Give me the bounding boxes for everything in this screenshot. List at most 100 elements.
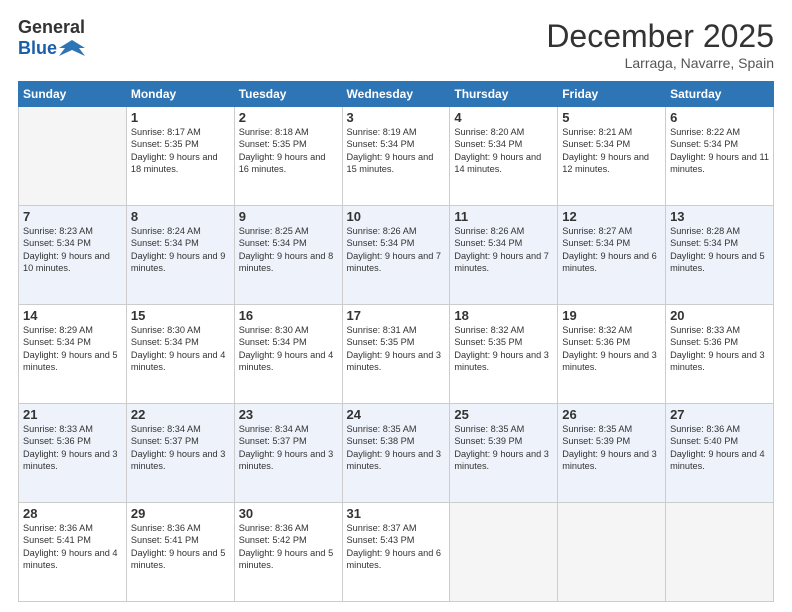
- table-row: 30Sunrise: 8:36 AMSunset: 5:42 PMDayligh…: [234, 503, 342, 602]
- table-row: 19Sunrise: 8:32 AMSunset: 5:36 PMDayligh…: [558, 305, 666, 404]
- table-row: 1Sunrise: 8:17 AMSunset: 5:35 PMDaylight…: [126, 107, 234, 206]
- calendar-week-row: 21Sunrise: 8:33 AMSunset: 5:36 PMDayligh…: [19, 404, 774, 503]
- table-row: 10Sunrise: 8:26 AMSunset: 5:34 PMDayligh…: [342, 206, 450, 305]
- table-row: 27Sunrise: 8:36 AMSunset: 5:40 PMDayligh…: [666, 404, 774, 503]
- day-number: 22: [131, 407, 230, 422]
- day-number: 30: [239, 506, 338, 521]
- day-number: 16: [239, 308, 338, 323]
- table-row: 5Sunrise: 8:21 AMSunset: 5:34 PMDaylight…: [558, 107, 666, 206]
- day-number: 13: [670, 209, 769, 224]
- day-number: 7: [23, 209, 122, 224]
- cell-info: Sunrise: 8:30 AMSunset: 5:34 PMDaylight:…: [131, 324, 230, 374]
- table-row: 23Sunrise: 8:34 AMSunset: 5:37 PMDayligh…: [234, 404, 342, 503]
- table-row: 13Sunrise: 8:28 AMSunset: 5:34 PMDayligh…: [666, 206, 774, 305]
- cell-info: Sunrise: 8:26 AMSunset: 5:34 PMDaylight:…: [454, 225, 553, 275]
- table-row: 6Sunrise: 8:22 AMSunset: 5:34 PMDaylight…: [666, 107, 774, 206]
- calendar-week-row: 7Sunrise: 8:23 AMSunset: 5:34 PMDaylight…: [19, 206, 774, 305]
- cell-info: Sunrise: 8:34 AMSunset: 5:37 PMDaylight:…: [239, 423, 338, 473]
- cell-info: Sunrise: 8:25 AMSunset: 5:34 PMDaylight:…: [239, 225, 338, 275]
- day-number: 2: [239, 110, 338, 125]
- table-row: 25Sunrise: 8:35 AMSunset: 5:39 PMDayligh…: [450, 404, 558, 503]
- table-row: 24Sunrise: 8:35 AMSunset: 5:38 PMDayligh…: [342, 404, 450, 503]
- cell-info: Sunrise: 8:29 AMSunset: 5:34 PMDaylight:…: [23, 324, 122, 374]
- day-number: 4: [454, 110, 553, 125]
- day-number: 6: [670, 110, 769, 125]
- table-row: 31Sunrise: 8:37 AMSunset: 5:43 PMDayligh…: [342, 503, 450, 602]
- day-number: 8: [131, 209, 230, 224]
- col-sunday: Sunday: [19, 82, 127, 107]
- cell-info: Sunrise: 8:27 AMSunset: 5:34 PMDaylight:…: [562, 225, 661, 275]
- calendar-week-row: 14Sunrise: 8:29 AMSunset: 5:34 PMDayligh…: [19, 305, 774, 404]
- table-row: [450, 503, 558, 602]
- day-number: 18: [454, 308, 553, 323]
- day-number: 15: [131, 308, 230, 323]
- table-row: 7Sunrise: 8:23 AMSunset: 5:34 PMDaylight…: [19, 206, 127, 305]
- logo: General Blue: [18, 18, 85, 60]
- day-number: 24: [347, 407, 446, 422]
- logo-general: General: [18, 18, 85, 38]
- logo-bird-icon: [59, 38, 85, 60]
- cell-info: Sunrise: 8:17 AMSunset: 5:35 PMDaylight:…: [131, 126, 230, 176]
- table-row: [666, 503, 774, 602]
- col-tuesday: Tuesday: [234, 82, 342, 107]
- day-number: 10: [347, 209, 446, 224]
- calendar-table: Sunday Monday Tuesday Wednesday Thursday…: [18, 81, 774, 602]
- calendar-week-row: 1Sunrise: 8:17 AMSunset: 5:35 PMDaylight…: [19, 107, 774, 206]
- day-number: 11: [454, 209, 553, 224]
- cell-info: Sunrise: 8:24 AMSunset: 5:34 PMDaylight:…: [131, 225, 230, 275]
- calendar-header-row: Sunday Monday Tuesday Wednesday Thursday…: [19, 82, 774, 107]
- table-row: 26Sunrise: 8:35 AMSunset: 5:39 PMDayligh…: [558, 404, 666, 503]
- col-friday: Friday: [558, 82, 666, 107]
- cell-info: Sunrise: 8:30 AMSunset: 5:34 PMDaylight:…: [239, 324, 338, 374]
- day-number: 19: [562, 308, 661, 323]
- location: Larraga, Navarre, Spain: [546, 55, 774, 71]
- day-number: 27: [670, 407, 769, 422]
- day-number: 31: [347, 506, 446, 521]
- cell-info: Sunrise: 8:22 AMSunset: 5:34 PMDaylight:…: [670, 126, 769, 176]
- cell-info: Sunrise: 8:20 AMSunset: 5:34 PMDaylight:…: [454, 126, 553, 176]
- day-number: 12: [562, 209, 661, 224]
- month-title: December 2025: [546, 18, 774, 55]
- cell-info: Sunrise: 8:33 AMSunset: 5:36 PMDaylight:…: [23, 423, 122, 473]
- calendar-week-row: 28 Sunrise: 8:36 AMSunset: 5:41 PMDayligh…: [19, 503, 774, 602]
- cell-info: Sunrise: 8:36 AMSunset: 5:41 PMDaylight:…: [131, 522, 230, 572]
- cell-info: Sunrise: 8:28 AMSunset: 5:34 PMDaylight:…: [670, 225, 769, 275]
- table-row: 20Sunrise: 8:33 AMSunset: 5:36 PMDayligh…: [666, 305, 774, 404]
- day-number: 26: [562, 407, 661, 422]
- table-row: 22Sunrise: 8:34 AMSunset: 5:37 PMDayligh…: [126, 404, 234, 503]
- cell-info: Sunrise: 8:23 AMSunset: 5:34 PMDaylight:…: [23, 225, 122, 275]
- cell-info: Sunrise: 8:32 AMSunset: 5:36 PMDaylight:…: [562, 324, 661, 374]
- logo-blue: Blue: [18, 39, 57, 59]
- day-number: 14: [23, 308, 122, 323]
- cell-info: Sunrise: 8:18 AMSunset: 5:35 PMDaylight:…: [239, 126, 338, 176]
- table-row: 18Sunrise: 8:32 AMSunset: 5:35 PMDayligh…: [450, 305, 558, 404]
- col-monday: Monday: [126, 82, 234, 107]
- cell-info: Sunrise: 8:19 AMSunset: 5:34 PMDaylight:…: [347, 126, 446, 176]
- table-row: 16Sunrise: 8:30 AMSunset: 5:34 PMDayligh…: [234, 305, 342, 404]
- table-row: 21Sunrise: 8:33 AMSunset: 5:36 PMDayligh…: [19, 404, 127, 503]
- col-thursday: Thursday: [450, 82, 558, 107]
- col-wednesday: Wednesday: [342, 82, 450, 107]
- table-row: 12Sunrise: 8:27 AMSunset: 5:34 PMDayligh…: [558, 206, 666, 305]
- cell-info: Sunrise: 8:21 AMSunset: 5:34 PMDaylight:…: [562, 126, 661, 176]
- cell-info: Sunrise: 8:35 AMSunset: 5:39 PMDaylight:…: [454, 423, 553, 473]
- title-block: December 2025 Larraga, Navarre, Spain: [546, 18, 774, 71]
- table-row: 3Sunrise: 8:19 AMSunset: 5:34 PMDaylight…: [342, 107, 450, 206]
- table-row: [558, 503, 666, 602]
- day-number: 5: [562, 110, 661, 125]
- day-number: 3: [347, 110, 446, 125]
- col-saturday: Saturday: [666, 82, 774, 107]
- table-row: 28Sunrise: 8:36 AMSunset: 5:41 PMDayligh…: [19, 503, 127, 602]
- table-row: 29Sunrise: 8:36 AMSunset: 5:41 PMDayligh…: [126, 503, 234, 602]
- header: General Blue December 2025 Larraga, Nava…: [18, 18, 774, 71]
- day-number: 29: [131, 506, 230, 521]
- day-number: 17: [347, 308, 446, 323]
- cell-info: Sunrise: 8:31 AMSunset: 5:35 PMDaylight:…: [347, 324, 446, 374]
- day-number: 21: [23, 407, 122, 422]
- day-number: 25: [454, 407, 553, 422]
- cell-info: Sunrise: 8:36 AMSunset: 5:42 PMDaylight:…: [239, 522, 338, 572]
- table-row: 2Sunrise: 8:18 AMSunset: 5:35 PMDaylight…: [234, 107, 342, 206]
- day-number: 20: [670, 308, 769, 323]
- page: General Blue December 2025 Larraga, Nava…: [0, 0, 792, 612]
- day-number: 28: [23, 506, 122, 521]
